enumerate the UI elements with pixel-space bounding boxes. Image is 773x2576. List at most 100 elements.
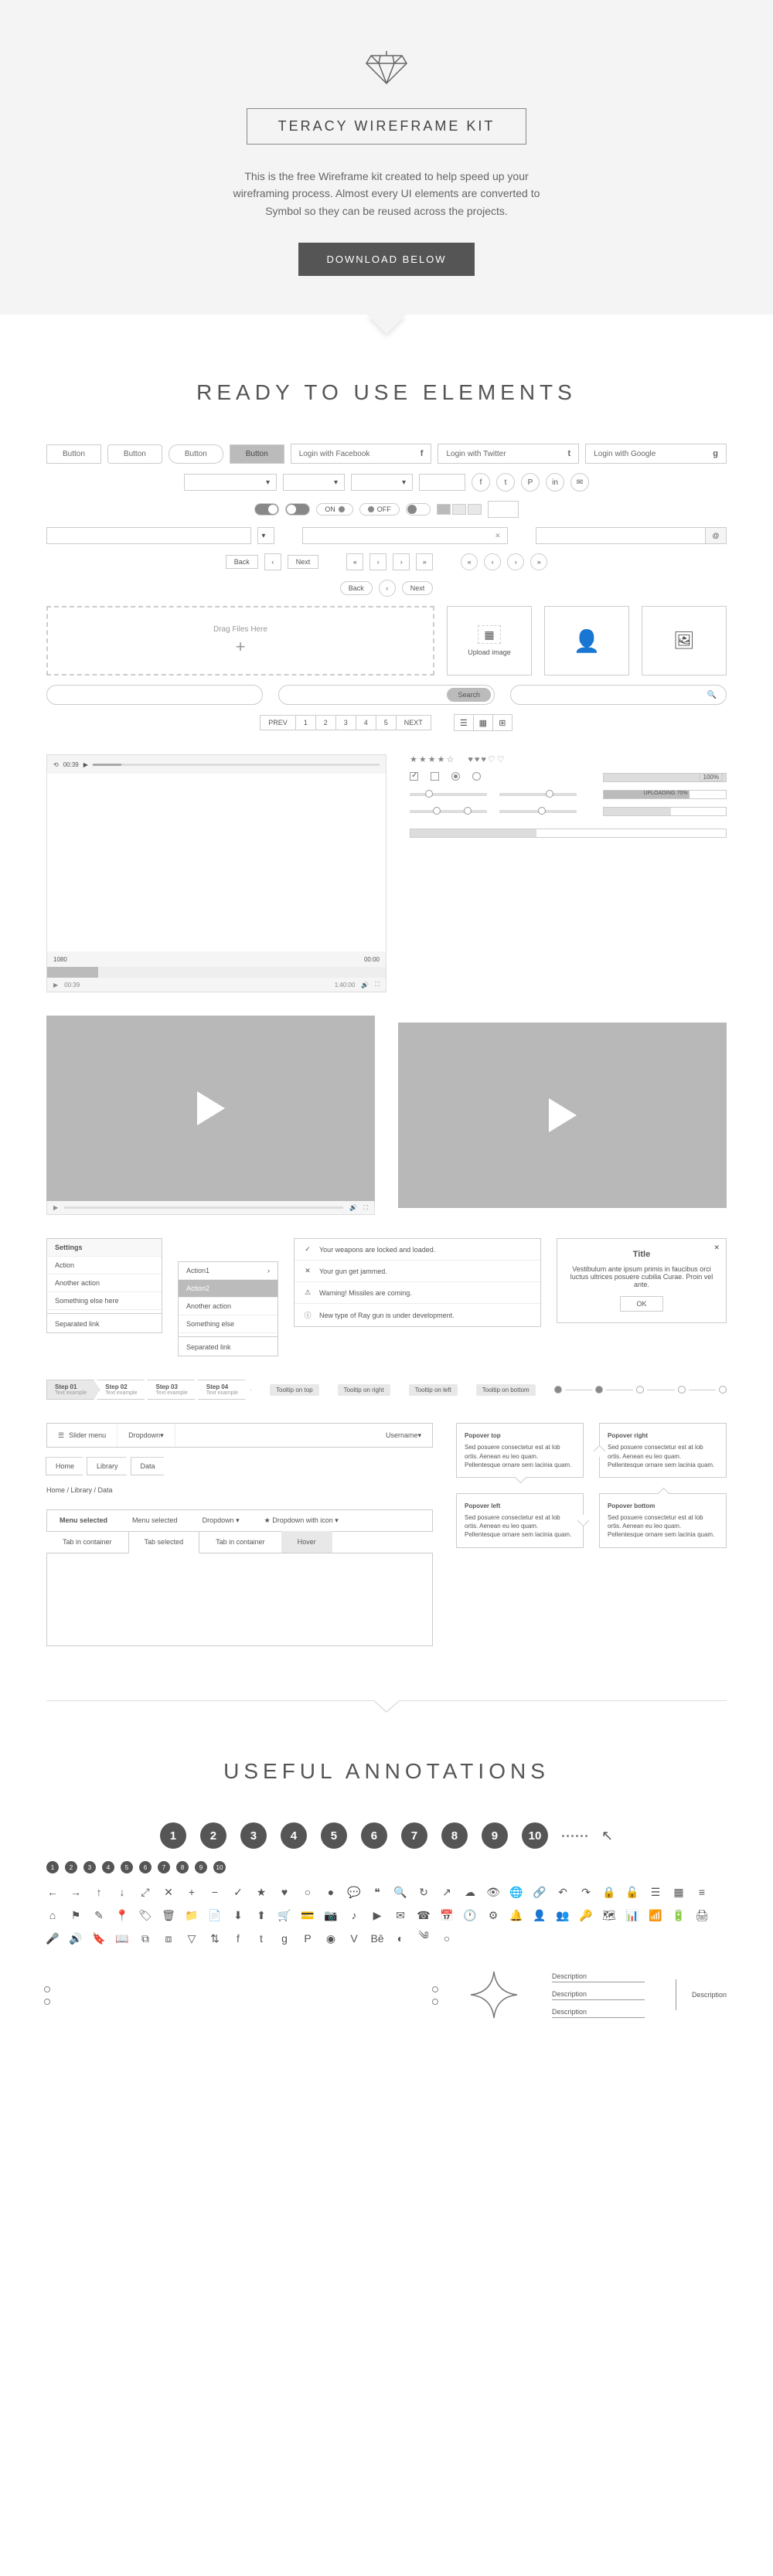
- view-list-icon[interactable]: ☰: [454, 714, 474, 731]
- addon-icon[interactable]: @: [705, 527, 727, 544]
- step-2[interactable]: Step 02Text example: [97, 1380, 150, 1400]
- social-circle-2[interactable]: t: [496, 473, 515, 492]
- crumb-library[interactable]: Library: [87, 1457, 131, 1475]
- video-canvas[interactable]: [47, 774, 386, 951]
- submenu-item-2[interactable]: Action2: [179, 1280, 278, 1298]
- pager-last[interactable]: »: [416, 553, 433, 570]
- step-4[interactable]: Step 04Text example: [198, 1380, 251, 1400]
- fullscreen-icon[interactable]: ⛶: [375, 981, 380, 989]
- heart-rating[interactable]: ♥♥♥♡♡: [468, 754, 506, 764]
- page-4[interactable]: 4: [356, 715, 376, 730]
- menu-toggle[interactable]: ☰ Slider menu: [47, 1424, 117, 1447]
- search-rounded[interactable]: [46, 685, 263, 705]
- submenu-item-1[interactable]: Action1 ›: [179, 1262, 278, 1280]
- toggle-off-dark[interactable]: [285, 503, 310, 516]
- nav-dropdown[interactable]: Dropdown ▾: [117, 1424, 175, 1447]
- social-circle-5[interactable]: ✉: [570, 473, 589, 492]
- step-1[interactable]: Step 01Text example: [46, 1380, 100, 1400]
- checkbox-off[interactable]: [431, 772, 439, 781]
- round-pager-first[interactable]: «: [461, 553, 478, 570]
- round-pager-prev[interactable]: ‹: [484, 553, 501, 570]
- toggle-off-label[interactable]: OFF: [359, 503, 400, 516]
- search-with-icon[interactable]: 🔍: [510, 685, 727, 705]
- crumb-data[interactable]: Data: [131, 1457, 169, 1475]
- segment-slider[interactable]: [437, 504, 482, 515]
- video-thumb-1[interactable]: [46, 1016, 375, 1201]
- video-thumb-2[interactable]: [398, 1023, 727, 1208]
- page-3[interactable]: 3: [335, 715, 356, 730]
- clear-icon[interactable]: ✕: [495, 532, 501, 540]
- toggle-plain[interactable]: [406, 503, 431, 516]
- settings-item-1[interactable]: Action: [47, 1257, 162, 1274]
- search-icon[interactable]: 🔍: [707, 691, 723, 699]
- page-5[interactable]: 5: [376, 715, 397, 730]
- dot-2[interactable]: [595, 1386, 603, 1393]
- button-3[interactable]: Button: [169, 444, 223, 464]
- video-scrubber[interactable]: [47, 967, 386, 978]
- menu-dropdown-icon[interactable]: ★ Dropdown with icon ▾: [252, 1510, 351, 1531]
- view-card-icon[interactable]: ⊞: [492, 714, 512, 731]
- close-icon[interactable]: ✕: [713, 1244, 720, 1252]
- dropdown-1[interactable]: ▾: [184, 474, 277, 491]
- settings-item-2[interactable]: Another action: [47, 1274, 162, 1292]
- checkbox-on[interactable]: [410, 772, 418, 781]
- slider-1[interactable]: [410, 793, 487, 796]
- page-prev[interactable]: ‹: [264, 553, 281, 570]
- pager-next[interactable]: ›: [393, 553, 410, 570]
- image-box[interactable]: 🖼: [642, 606, 727, 675]
- menu-sel-1[interactable]: Menu selected: [47, 1510, 120, 1531]
- star-rating[interactable]: ★★★★☆: [410, 754, 455, 764]
- input-dropdown-addon[interactable]: ▾: [257, 527, 274, 544]
- page-1[interactable]: 1: [295, 715, 316, 730]
- toggle-on-dark[interactable]: [254, 503, 279, 516]
- tab-1[interactable]: Tab in container: [46, 1531, 128, 1553]
- volume-icon[interactable]: 🔊: [349, 1204, 357, 1211]
- download-button[interactable]: DOWNLOAD BELOW: [298, 243, 474, 276]
- view-grid-icon[interactable]: ▦: [473, 714, 493, 731]
- slider-2[interactable]: [499, 793, 577, 796]
- submenu-item-3[interactable]: Another action: [179, 1298, 278, 1315]
- input-with-addon[interactable]: @: [536, 527, 727, 544]
- button-1[interactable]: Button: [46, 444, 101, 464]
- dot-3[interactable]: [636, 1386, 644, 1393]
- next-button[interactable]: Next: [288, 555, 319, 569]
- settings-item-3[interactable]: Something else here: [47, 1292, 162, 1310]
- tab-4[interactable]: Hover: [281, 1531, 332, 1553]
- dropdown-2[interactable]: ▾: [283, 474, 345, 491]
- back-pill-button[interactable]: Back: [340, 581, 373, 595]
- avatar-box[interactable]: 👤: [544, 606, 629, 675]
- submenu-item-4[interactable]: Something else: [179, 1315, 278, 1333]
- text-input-clear[interactable]: ✕: [302, 527, 507, 544]
- social-circle-4[interactable]: in: [546, 473, 564, 492]
- crumb-home[interactable]: Home: [46, 1457, 87, 1475]
- button-4[interactable]: Button: [230, 444, 284, 464]
- menu-sel-2[interactable]: Menu selected: [120, 1510, 190, 1531]
- next-pill-button[interactable]: Next: [402, 581, 434, 595]
- play-icon[interactable]: ▶: [53, 1204, 58, 1211]
- play-small-icon[interactable]: ▶: [53, 982, 58, 989]
- social-circle-3[interactable]: P: [521, 473, 540, 492]
- social-circle-1[interactable]: f: [472, 473, 490, 492]
- page-next introbtn[interactable]: NEXT: [396, 715, 431, 730]
- pager-prev[interactable]: ‹: [369, 553, 386, 570]
- step-3[interactable]: Step 03Text example: [148, 1380, 201, 1400]
- round-pager-last[interactable]: »: [530, 553, 547, 570]
- back-button[interactable]: Back: [226, 555, 258, 569]
- file-dropzone[interactable]: Drag Files Here +: [46, 606, 434, 675]
- dot-1[interactable]: [554, 1386, 562, 1393]
- round-pager-next[interactable]: ›: [507, 553, 524, 570]
- tab-2[interactable]: Tab selected: [128, 1531, 200, 1553]
- upload-image-box[interactable]: ▦ Upload image: [447, 606, 532, 675]
- page-prev-round[interactable]: ‹: [379, 580, 396, 597]
- input-small[interactable]: [419, 474, 465, 491]
- login-twitter-button[interactable]: Login with Twittert: [438, 444, 579, 464]
- dropdown-3[interactable]: ▾: [351, 474, 413, 491]
- settings-item-4[interactable]: Separated link: [47, 1313, 162, 1332]
- search-with-button[interactable]: Search: [278, 685, 495, 705]
- modal-ok-button[interactable]: OK: [620, 1296, 662, 1312]
- text-input-1[interactable]: [46, 527, 251, 544]
- dot-5[interactable]: [719, 1386, 727, 1393]
- radio-off[interactable]: [472, 772, 481, 781]
- page-prev-btn[interactable]: PREV: [260, 715, 296, 730]
- button-2[interactable]: Button: [107, 444, 162, 464]
